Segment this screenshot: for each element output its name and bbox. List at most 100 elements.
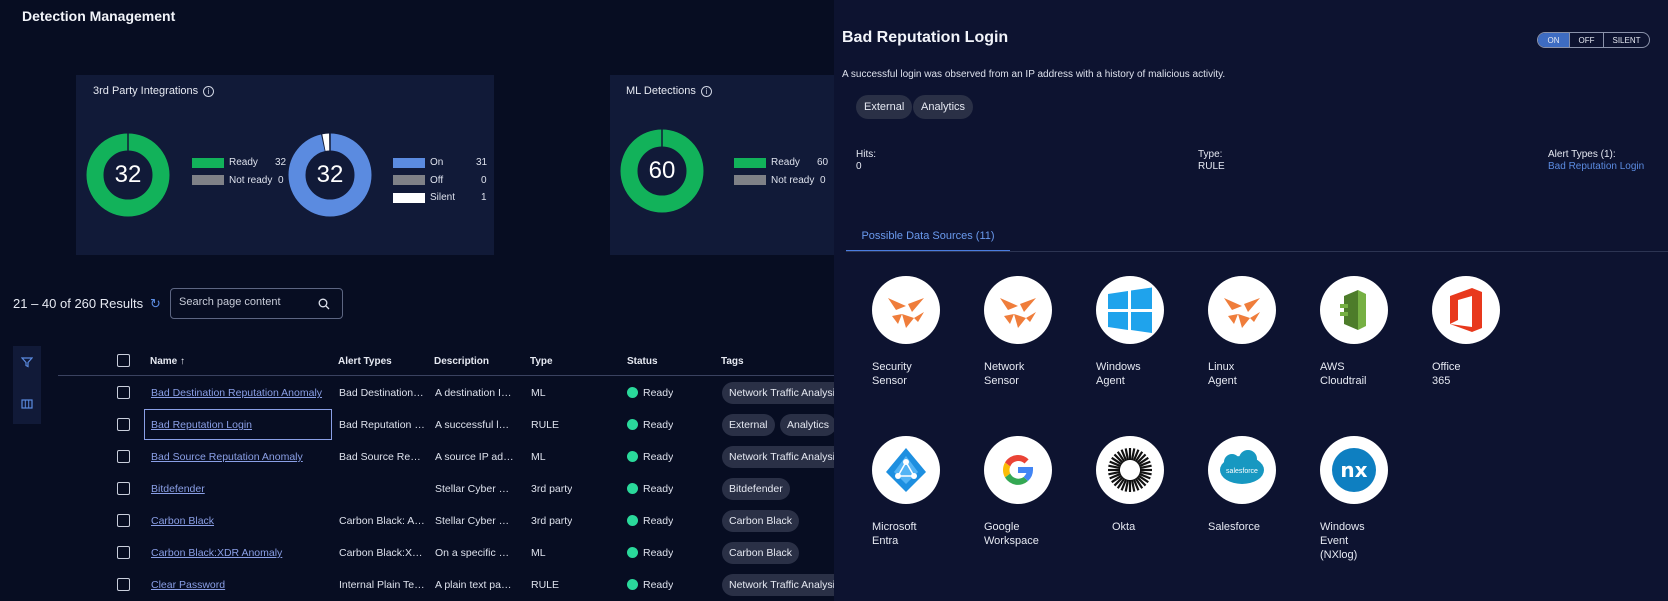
alert-types-cell: Bad Destination Reputation Anomaly	[339, 387, 425, 399]
tag-chip[interactable]: Bitdefender	[722, 478, 790, 500]
status-cell: Ready	[643, 451, 674, 463]
ml-ready-donut: 60	[620, 129, 704, 213]
info-icon[interactable]: i	[700, 85, 712, 97]
toggle-silent[interactable]: SILENT	[1604, 33, 1649, 47]
select-all-checkbox[interactable]	[117, 354, 130, 367]
nxlog-icon: nx	[1320, 436, 1388, 504]
detection-name-link[interactable]: Bad Destination Reputation Anomaly	[151, 387, 329, 399]
row-checkbox[interactable]	[117, 450, 130, 463]
data-source-label: Windows Agent	[1096, 361, 1141, 387]
data-source-label: Okta	[1112, 521, 1136, 533]
detail-tag[interactable]: External	[856, 95, 913, 119]
legend-swatch	[393, 192, 425, 203]
row-checkbox[interactable]	[117, 386, 130, 399]
legend-value: 1	[481, 192, 487, 204]
detection-name-link[interactable]: Clear Password	[151, 579, 329, 591]
toggle-on[interactable]: ON	[1538, 33, 1570, 47]
type-cell: RULE	[531, 579, 560, 591]
row-checkbox[interactable]	[117, 418, 130, 431]
svg-text:salesforce: salesforce	[1226, 468, 1258, 475]
legend-label: On	[430, 157, 444, 169]
state-toggle[interactable]: ON OFF SILENT	[1537, 32, 1650, 48]
data-source-label: Security Sensor	[872, 361, 912, 387]
card-title: 3rd Party Integrations	[93, 85, 199, 97]
data-source-label: Google Workspace	[984, 521, 1039, 547]
alert-type-link[interactable]: Bad Reputation Login	[1548, 161, 1644, 172]
tag-chip[interactable]: Carbon Black	[722, 510, 800, 532]
status-ready-icon	[627, 387, 638, 398]
table-row[interactable]: Bad Source Reputation Anomaly Bad Source…	[58, 441, 834, 473]
detail-tag[interactable]: Analytics	[913, 95, 974, 119]
donut-center-value: 32	[114, 161, 142, 188]
okta-icon	[1096, 436, 1164, 504]
ready-legend: Ready 32 Not ready 0	[192, 154, 290, 189]
row-checkbox[interactable]	[117, 578, 130, 591]
tag-chip[interactable]: Carbon Black	[722, 542, 800, 564]
svg-text:nx: nx	[1340, 458, 1367, 482]
legend-swatch	[192, 175, 224, 186]
type-value: RULE	[1198, 161, 1225, 172]
table-header: Name ↑ Alert Types Description Type Stat…	[58, 346, 834, 376]
type-cell: 3rd party	[531, 483, 573, 495]
table-row[interactable]: Bad Destination Reputation Anomaly Bad D…	[58, 377, 834, 409]
toggle-off[interactable]: OFF	[1570, 33, 1604, 47]
description-cell: A plain text password was observed	[435, 579, 514, 591]
stellar-sensor-icon	[1208, 276, 1276, 344]
windows-icon	[1096, 276, 1164, 344]
table-row[interactable]: Bitdefender Stellar Cyber detections fro…	[58, 473, 834, 505]
status-cell: Ready	[643, 515, 674, 527]
legend-value: 32	[275, 157, 287, 169]
tag-chip[interactable]: External	[722, 414, 775, 436]
search-field[interactable]	[170, 288, 343, 319]
tag-chip[interactable]: Network Traffic Analysis	[722, 574, 834, 596]
sort-up-icon[interactable]: ↑	[180, 356, 185, 367]
row-checkbox[interactable]	[117, 482, 130, 495]
detection-name-link[interactable]: Bad Source Reputation Anomaly	[151, 451, 329, 463]
data-source-label: AWS Cloudtrail	[1320, 361, 1367, 387]
column-header-type[interactable]: Type	[530, 356, 553, 367]
description-cell: A destination IP address with a bad repu…	[435, 387, 514, 399]
detection-name-link[interactable]: Bitdefender	[151, 483, 329, 495]
row-checkbox[interactable]	[117, 514, 130, 527]
legend-item: Ready 60	[734, 154, 832, 172]
alert-types-cell: Bad Source Reputation Anomaly	[339, 451, 425, 463]
tag-chip[interactable]: Network Traffic Analysis	[722, 382, 834, 404]
description-cell: A source IP address with a bad reputatio…	[435, 451, 514, 463]
refresh-icon[interactable]: ↻	[150, 297, 161, 312]
tag-chip[interactable]: Analytics	[780, 414, 834, 436]
table-row[interactable]: Carbon Black:XDR Anomaly Carbon Black:XD…	[58, 537, 834, 569]
detection-name-link[interactable]: Carbon Black:XDR Anomaly	[151, 547, 329, 559]
tag-chip[interactable]: Network Traffic Analysis	[722, 446, 834, 468]
legend-swatch	[734, 175, 766, 186]
filter-icon[interactable]	[21, 356, 33, 368]
column-header-alert-types[interactable]: Alert Types	[338, 356, 392, 367]
table-row[interactable]: Clear Password Internal Plain Text Passw…	[58, 569, 834, 601]
row-checkbox[interactable]	[117, 546, 130, 559]
status-ready-icon	[627, 515, 638, 526]
column-header-tags[interactable]: Tags	[721, 356, 744, 367]
detail-description: A successful login was observed from an …	[842, 69, 1226, 80]
columns-icon[interactable]	[21, 398, 33, 410]
hits-label: Hits:	[856, 149, 876, 160]
table-row[interactable]: Carbon Black Carbon Black: Alert Stellar…	[58, 505, 834, 537]
hits-value: 0	[856, 161, 862, 172]
info-icon[interactable]: i	[203, 85, 215, 97]
focused-row-outline	[144, 409, 332, 440]
legend-swatch	[192, 157, 224, 168]
status-cell: Ready	[643, 483, 674, 495]
search-input[interactable]	[179, 296, 309, 308]
results-count: 21 – 40 of 260 Results	[13, 296, 144, 311]
alert-types-label: Alert Types (1):	[1548, 149, 1616, 160]
column-header-status[interactable]: Status	[627, 356, 658, 367]
type-cell: ML	[531, 547, 546, 559]
search-icon[interactable]	[318, 298, 330, 310]
detection-name-link[interactable]: Carbon Black	[151, 515, 329, 527]
data-source-label: Windows Event (NXlog)	[1320, 521, 1365, 561]
column-header-description[interactable]: Description	[434, 356, 489, 367]
legend-value: 0	[481, 174, 487, 186]
data-source-label: Network Sensor	[984, 361, 1025, 387]
column-header-name[interactable]: Name ↑	[150, 356, 185, 367]
legend-item: Off 0	[393, 172, 491, 190]
legend-label: Not ready	[229, 174, 273, 186]
tab-possible-data-sources[interactable]: Possible Data Sources (11)	[846, 230, 1010, 252]
